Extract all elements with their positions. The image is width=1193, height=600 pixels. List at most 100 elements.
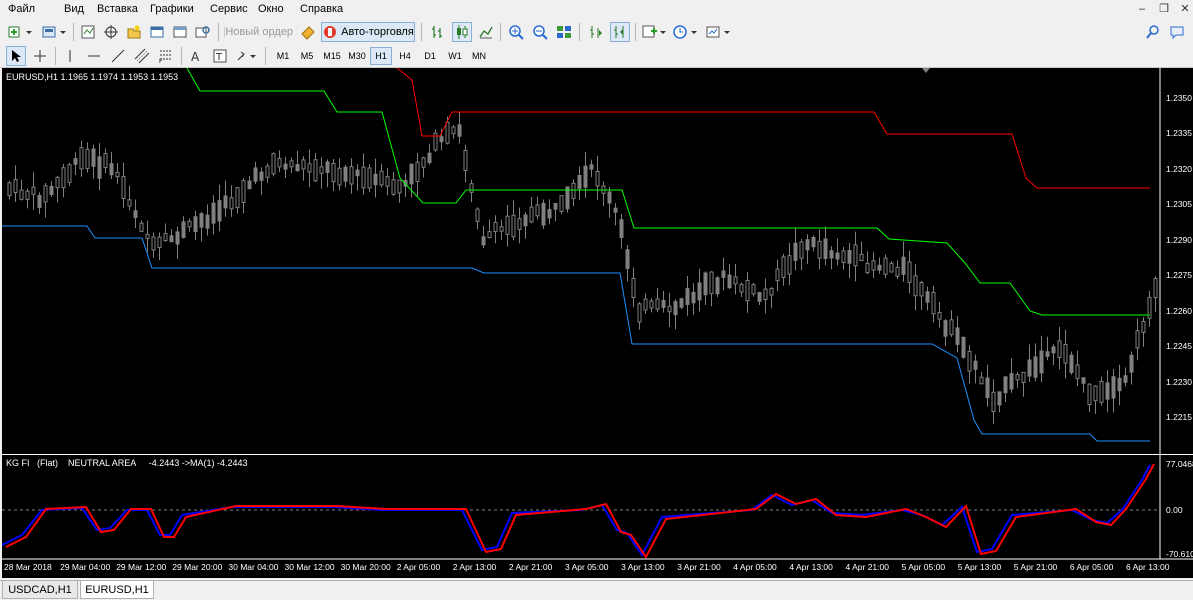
- symbol-info: EURUSD,H1 1.1965 1.1974 1.1953 1.1953: [6, 72, 179, 82]
- candle-body: [493, 221, 498, 233]
- tab-usdcad[interactable]: USDCAD,H1: [2, 581, 78, 599]
- vertical-line-button[interactable]: [60, 46, 80, 66]
- candle-body: [175, 231, 180, 245]
- chart-window[interactable]: EURUSD,H1 1.1965 1.1974 1.1953 1.1953 1.…: [2, 68, 1193, 578]
- tester-button[interactable]: [170, 22, 190, 42]
- text-button[interactable]: A: [186, 46, 206, 66]
- close-icon[interactable]: ✕: [1178, 2, 1192, 16]
- menu-insert[interactable]: Вставка: [97, 3, 138, 15]
- candle-body: [739, 283, 744, 293]
- candle-body: [673, 301, 678, 316]
- autotrading-button[interactable]: Авто-торговля: [321, 22, 415, 42]
- metaeditor-button[interactable]: [298, 22, 318, 42]
- zoom-out-button[interactable]: [530, 22, 550, 42]
- candlestick-button[interactable]: [452, 22, 472, 42]
- bar-chart-button[interactable]: [428, 22, 448, 42]
- candle-body: [163, 233, 168, 241]
- candle-body: [877, 264, 882, 271]
- candle-body: [619, 219, 624, 238]
- restore-icon[interactable]: ❐: [1157, 2, 1171, 16]
- horizontal-line-button[interactable]: [84, 46, 104, 66]
- trendline-button[interactable]: [108, 46, 128, 66]
- fibonacci-button[interactable]: F: [156, 46, 176, 66]
- channel-button[interactable]: [132, 46, 152, 66]
- candle-body: [685, 288, 690, 305]
- timeframe-mn[interactable]: MN: [468, 47, 490, 65]
- line-chart-button[interactable]: [476, 22, 496, 42]
- market-watch-button[interactable]: [78, 22, 98, 42]
- templates-icon: [706, 26, 730, 38]
- candle-body: [667, 305, 672, 313]
- menu-window[interactable]: Окно: [258, 3, 284, 15]
- candle-body: [925, 291, 930, 303]
- timeframe-m15[interactable]: M15: [321, 47, 343, 65]
- zoom-in-button[interactable]: [506, 22, 526, 42]
- strategy-tester-button[interactable]: [193, 22, 213, 42]
- candle-body: [1009, 373, 1014, 390]
- price-chart[interactable]: [2, 68, 1193, 454]
- candle-body: [1063, 343, 1068, 364]
- timeframe-m1[interactable]: M1: [272, 47, 294, 65]
- time-label: 6 Apr 13:00: [1126, 562, 1170, 572]
- candle-body: [637, 303, 642, 323]
- candle-body: [247, 180, 252, 190]
- menu-view[interactable]: Вид: [64, 3, 84, 15]
- menu-tools[interactable]: Сервис: [210, 3, 248, 15]
- candle-body: [1015, 374, 1020, 381]
- navigator-button[interactable]: [124, 22, 144, 42]
- candle-body: [865, 262, 870, 274]
- chart-shift-marker-icon[interactable]: [922, 68, 930, 73]
- tile-windows-button[interactable]: [554, 22, 574, 42]
- time-label: 30 Mar 04:00: [228, 562, 279, 572]
- candle-body: [901, 256, 906, 275]
- templates-button[interactable]: [704, 22, 734, 42]
- candle-body: [937, 311, 942, 320]
- candle-body: [589, 164, 594, 170]
- menu-file[interactable]: Файл: [8, 3, 35, 15]
- text-icon: A: [191, 50, 200, 64]
- candle-body: [265, 165, 270, 178]
- time-label: 2 Apr 13:00: [452, 562, 497, 572]
- bar-chart-icon: [432, 26, 442, 38]
- terminal-button[interactable]: [147, 22, 167, 42]
- timeframe-h1[interactable]: H1: [370, 47, 392, 65]
- search-button[interactable]: [1143, 22, 1163, 42]
- cursor-button[interactable]: [6, 46, 26, 66]
- text-label-button[interactable]: T: [210, 46, 230, 66]
- profiles-button[interactable]: [40, 22, 70, 42]
- candle-body: [985, 377, 990, 399]
- time-label: 29 Mar 12:00: [116, 562, 167, 572]
- timeframe-d1[interactable]: D1: [419, 47, 441, 65]
- price-label: 1.2275: [1166, 270, 1192, 280]
- candle-body: [973, 360, 978, 370]
- timeframe-w1[interactable]: W1: [444, 47, 466, 65]
- new-chart-button[interactable]: [6, 22, 36, 42]
- timeframe-m5[interactable]: M5: [296, 47, 318, 65]
- separator: [500, 23, 501, 41]
- timeframe-m30[interactable]: M30: [346, 47, 368, 65]
- chat-button[interactable]: [1167, 22, 1187, 42]
- tab-eurusd[interactable]: EURUSD,H1: [80, 581, 154, 599]
- indicator-scale-label: 0.00: [1166, 505, 1183, 515]
- candle-body: [19, 189, 24, 200]
- candle-body: [481, 236, 486, 246]
- periods-button[interactable]: [671, 22, 701, 42]
- chart-shift-button[interactable]: [586, 22, 606, 42]
- candle-body: [1123, 375, 1128, 383]
- timeframe-h4[interactable]: H4: [394, 47, 416, 65]
- arrows-button[interactable]: [234, 46, 260, 66]
- crosshair-button[interactable]: [30, 46, 50, 66]
- menu-help[interactable]: Справка: [300, 3, 343, 15]
- menu-charts[interactable]: Графики: [150, 3, 194, 15]
- minimize-icon[interactable]: –: [1135, 2, 1149, 16]
- indicators-button[interactable]: [640, 22, 668, 42]
- candle-body: [133, 210, 138, 218]
- new-order-label: Новый ордер: [225, 26, 293, 38]
- indicator-chart[interactable]: [2, 455, 1193, 578]
- candle-body: [1069, 354, 1074, 373]
- data-window-button[interactable]: [101, 22, 121, 42]
- indicator-mode: (Flat): [37, 458, 59, 468]
- autoscroll-button[interactable]: [610, 22, 630, 42]
- candle-body: [1057, 340, 1062, 358]
- price-label: 1.2260: [1166, 306, 1192, 316]
